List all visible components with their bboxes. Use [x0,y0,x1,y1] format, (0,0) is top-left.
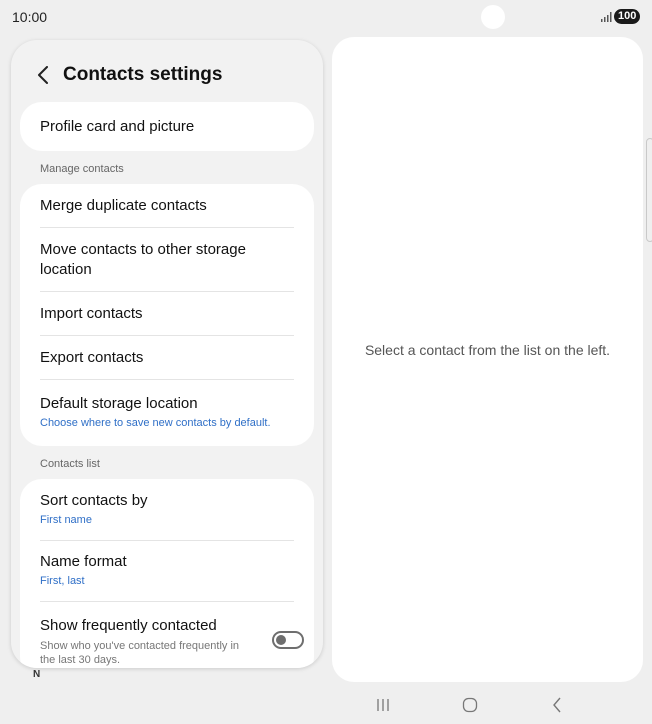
home-button[interactable] [458,694,482,716]
home-icon [462,697,478,713]
back-icon [553,697,561,713]
divider [40,227,294,228]
merge-duplicates-item[interactable]: Merge duplicate contacts [40,196,294,216]
profile-card-section: Profile card and picture [20,102,314,151]
section-label-contacts-list: Contacts list [40,458,100,470]
import-contacts-label: Import contacts [40,305,143,322]
signal-bars-icon [601,12,612,22]
frequently-contacted-desc: Show who you've contacted frequently in … [40,640,239,666]
empty-state-message: Select a contact from the list on the le… [364,342,611,358]
status-bar: 10:00 100 [0,0,652,34]
navigation-bar [0,690,652,720]
profile-card-item[interactable]: Profile card and picture [40,117,294,137]
frequently-contacted-label: Show frequently contacted [40,617,217,634]
export-contacts-item[interactable]: Export contacts [40,348,294,368]
sort-contacts-item[interactable]: Sort contacts by First name [40,491,294,527]
section-label-manage-contacts: Manage contacts [40,163,124,175]
divider [40,379,294,380]
divider [40,540,294,541]
page-title: Contacts settings [63,64,223,85]
name-format-value: First, last [40,575,85,587]
default-storage-label: Default storage location [40,395,198,412]
index-letter: N [33,669,41,680]
settings-header: Contacts settings [11,40,323,104]
merge-duplicates-label: Merge duplicate contacts [40,197,207,214]
back-button[interactable] [33,62,53,88]
divider [40,601,294,602]
frequently-contacted-item[interactable]: Show frequently contacted Show who you'v… [40,616,260,667]
frequently-contacted-toggle[interactable] [272,631,304,649]
import-contacts-item[interactable]: Import contacts [40,304,294,324]
recents-icon [377,699,389,711]
nav-back-button[interactable] [545,694,569,716]
move-contacts-label: Move contacts to other storage location [40,241,246,278]
export-contacts-label: Export contacts [40,349,144,366]
default-storage-item[interactable]: Default storage location Choose where to… [40,394,294,430]
sort-contacts-label: Sort contacts by [40,492,148,509]
manage-contacts-card: Merge duplicate contacts Move contacts t… [20,184,314,446]
sort-contacts-value: First name [40,514,92,526]
settings-panel: Contacts settings Profile card and pictu… [11,40,323,668]
divider [40,335,294,336]
move-contacts-item[interactable]: Move contacts to other storage location [40,240,294,280]
name-format-item[interactable]: Name format First, last [40,552,294,588]
camera-cutout [481,5,505,29]
recents-button[interactable] [371,694,395,716]
divider [40,291,294,292]
edge-panel-handle[interactable] [646,138,652,242]
name-format-label: Name format [40,553,127,570]
default-storage-sub: Choose where to save new contacts by def… [40,417,271,429]
detail-pane: Select a contact from the list on the le… [332,37,643,682]
profile-card-label: Profile card and picture [40,118,195,135]
toggle-knob [276,635,286,645]
status-time: 10:00 [12,9,48,25]
battery-badge: 100 [614,9,641,24]
chevron-left-icon [38,66,48,84]
contacts-list-card: Sort contacts by First name Name format … [20,479,314,668]
